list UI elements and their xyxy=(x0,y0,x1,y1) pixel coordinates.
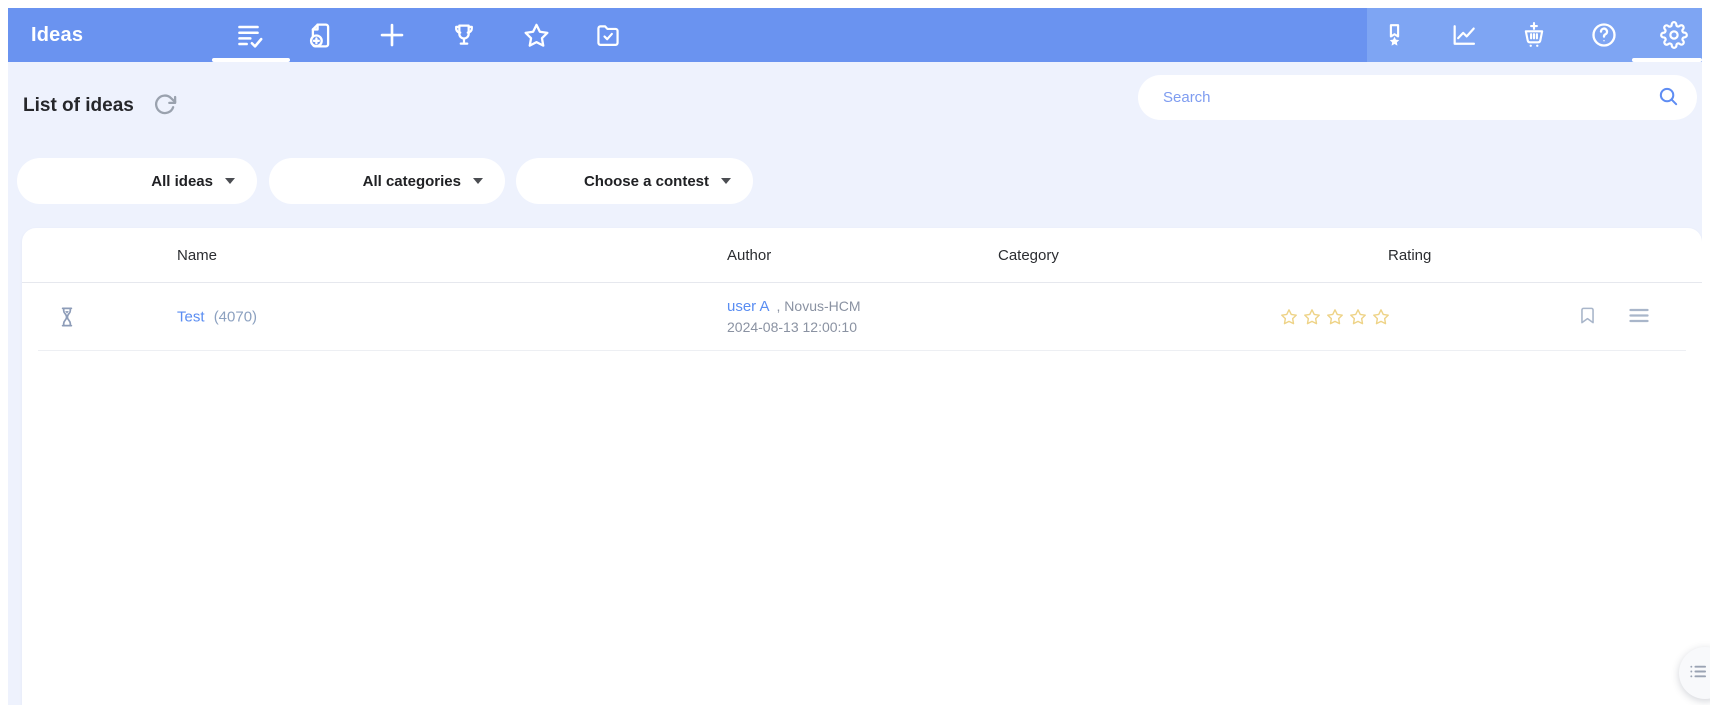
star-icon xyxy=(522,21,551,50)
secondary-nav xyxy=(1367,8,1702,62)
author-cell: user A , Novus-HCM 2024-08-13 12:00:10 xyxy=(727,296,861,338)
idea-date: 2024-08-13 12:00:10 xyxy=(727,319,857,336)
list-lines-icon xyxy=(1688,661,1709,685)
app-title: Ideas xyxy=(31,23,84,46)
chevron-down-icon xyxy=(473,178,483,184)
table-header-row: Name Author Category Rating xyxy=(22,228,1702,283)
refresh-icon xyxy=(152,92,177,120)
favorites-button[interactable] xyxy=(512,8,560,62)
hourglass-status-icon xyxy=(55,305,79,329)
top-navigation-bar: Ideas xyxy=(8,8,1702,62)
gear-icon xyxy=(1660,21,1688,49)
main-nav xyxy=(224,8,656,62)
add-document-button[interactable] xyxy=(296,8,344,62)
ideas-table-card: Name Author Category Rating Test (4070) xyxy=(22,228,1702,705)
ideas-filter-select[interactable]: All ideas xyxy=(17,158,257,204)
settings-tab-indicator xyxy=(1632,58,1702,62)
page-title: List of ideas xyxy=(23,95,134,116)
help-button[interactable] xyxy=(1581,8,1627,62)
folder-check-icon xyxy=(594,21,622,49)
list-check-icon xyxy=(234,21,263,50)
active-tab-indicator xyxy=(212,58,290,62)
author-line: user A , Novus-HCM xyxy=(727,296,861,317)
search-input[interactable] xyxy=(1138,89,1653,106)
statistics-button[interactable] xyxy=(1441,8,1487,62)
bookmark-button[interactable] xyxy=(1574,301,1601,333)
settings-button[interactable] xyxy=(1651,8,1697,62)
search-bar xyxy=(1138,75,1697,120)
idea-market-button[interactable] xyxy=(1511,8,1557,62)
contest-filter-value: Choose a contest xyxy=(583,172,709,190)
rating-stars[interactable] xyxy=(1279,307,1391,327)
row-menu-button[interactable] xyxy=(1623,300,1655,335)
author-company: , Novus-HCM xyxy=(776,298,861,315)
column-header-name: Name xyxy=(177,247,218,264)
idea-count: (4070) xyxy=(213,308,258,326)
medal-icon xyxy=(1381,22,1408,49)
plus-icon xyxy=(377,20,407,50)
idea-name-link[interactable]: Test xyxy=(177,309,205,326)
idea-name-cell: Test (4070) xyxy=(177,309,257,326)
refresh-button[interactable] xyxy=(152,92,177,120)
chevron-down-icon xyxy=(225,178,235,184)
trophy-icon xyxy=(450,21,478,49)
column-header-category: Category xyxy=(998,247,1059,264)
list-of-ideas-tab[interactable] xyxy=(224,8,272,62)
page-header: List of ideas xyxy=(23,81,177,131)
create-idea-button[interactable] xyxy=(368,8,416,62)
chevron-down-icon xyxy=(721,178,731,184)
column-header-rating: Rating xyxy=(1388,247,1432,264)
contest-filter-select[interactable]: Choose a contest xyxy=(516,158,753,204)
search-submit-button[interactable] xyxy=(1653,85,1697,111)
cart-plus-icon xyxy=(1520,21,1548,49)
help-circle-icon xyxy=(1590,21,1618,49)
categories-filter-select[interactable]: All categories xyxy=(269,158,505,204)
table-row: Test (4070) user A , Novus-HCM 2024-08-13… xyxy=(22,283,1702,351)
contests-button[interactable] xyxy=(440,8,488,62)
categories-filter-value: All categories xyxy=(362,172,461,190)
filter-bar: All ideas All categories Choose a contes… xyxy=(17,158,753,204)
achievements-button[interactable] xyxy=(1371,8,1417,62)
hamburger-menu-icon xyxy=(1627,304,1651,331)
bookmark-icon xyxy=(1578,305,1597,329)
column-header-author: Author xyxy=(727,247,772,264)
idea-folder-button[interactable] xyxy=(584,8,632,62)
app-window: Ideas List of ideas Search All ideas All… xyxy=(8,8,1702,705)
line-chart-icon xyxy=(1450,21,1478,49)
document-plus-icon xyxy=(306,21,335,50)
ideas-filter-value: All ideas xyxy=(151,172,213,190)
author-link[interactable]: user A xyxy=(727,298,770,315)
search-icon xyxy=(1657,85,1680,111)
